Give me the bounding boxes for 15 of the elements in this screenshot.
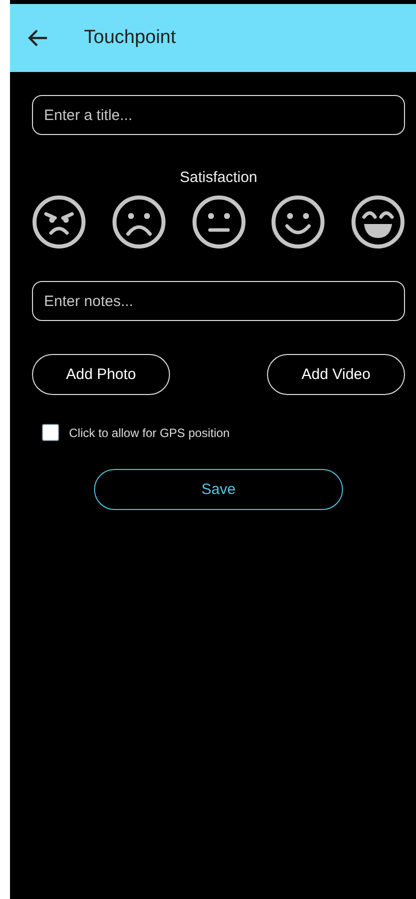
title-input-field[interactable]: Enter a title... <box>32 95 405 135</box>
gps-label: Click to allow for GPS position <box>69 426 230 440</box>
sad-face-icon[interactable] <box>112 195 166 249</box>
happy-face-icon[interactable] <box>271 195 326 249</box>
angry-face-icon[interactable] <box>32 195 86 249</box>
screen-title: Touchpoint <box>84 27 176 49</box>
neutral-face-icon[interactable] <box>192 195 246 249</box>
save-button[interactable]: Save <box>94 469 343 510</box>
back-arrow-icon[interactable] <box>28 29 48 47</box>
notes-input-field[interactable]: Enter notes... <box>32 281 405 321</box>
gps-checkbox[interactable] <box>42 424 59 441</box>
satisfaction-label: Satisfaction <box>178 169 258 186</box>
add-video-button[interactable]: Add Video <box>267 354 405 395</box>
laughing-face-icon[interactable] <box>351 195 405 249</box>
add-photo-button[interactable]: Add Photo <box>32 354 170 395</box>
